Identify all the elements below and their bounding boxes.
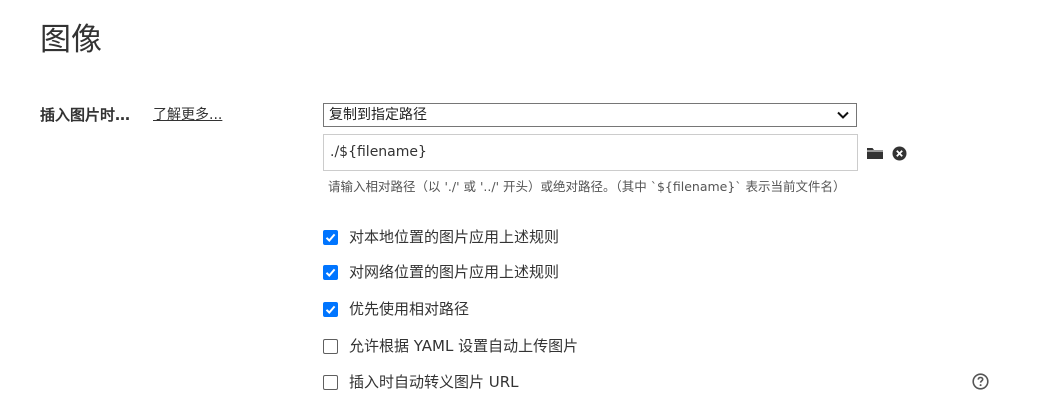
image-path-input[interactable]: ./${filename} xyxy=(323,134,858,171)
close-circle-icon[interactable] xyxy=(892,146,907,161)
learn-more-link[interactable]: 了解更多... xyxy=(153,105,222,125)
checkbox-unchecked[interactable] xyxy=(323,374,338,390)
option-label: 对网络位置的图片应用上述规则 xyxy=(349,263,560,281)
checkbox-checked[interactable] xyxy=(323,301,338,317)
option-yaml-auto-upload[interactable]: 允许根据 YAML 设置自动上传图片 xyxy=(323,336,578,356)
checkbox-checked[interactable] xyxy=(323,229,338,245)
option-label: 对本地位置的图片应用上述规则 xyxy=(349,228,560,246)
option-escape-image-url[interactable]: 插入时自动转义图片 URL xyxy=(323,372,519,392)
option-apply-network-images[interactable]: 对网络位置的图片应用上述规则 xyxy=(323,262,559,282)
insert-action-selected-value: 复制到指定路径 xyxy=(329,107,427,123)
path-hint-text: 请输入相对路径（以 './' 或 '../' 开头）或绝对路径。（其中 `${f… xyxy=(328,179,846,194)
option-prefer-relative-path[interactable]: 优先使用相对路径 xyxy=(323,299,469,319)
section-title: 图像 xyxy=(40,22,102,58)
checkbox-unchecked[interactable] xyxy=(323,338,338,354)
insert-action-select[interactable]: 复制到指定路径 xyxy=(323,103,857,127)
option-label: 插入时自动转义图片 URL xyxy=(349,373,519,391)
help-circle-icon[interactable] xyxy=(972,373,989,390)
folder-icon[interactable] xyxy=(866,145,884,161)
option-label: 优先使用相对路径 xyxy=(349,300,470,318)
option-apply-local-images[interactable]: 对本地位置的图片应用上述规则 xyxy=(323,227,559,247)
chevron-down-icon xyxy=(837,111,849,119)
insert-image-label: 插入图片时… xyxy=(40,106,131,124)
option-label: 允许根据 YAML 设置自动上传图片 xyxy=(349,337,579,355)
checkbox-checked[interactable] xyxy=(323,264,338,280)
